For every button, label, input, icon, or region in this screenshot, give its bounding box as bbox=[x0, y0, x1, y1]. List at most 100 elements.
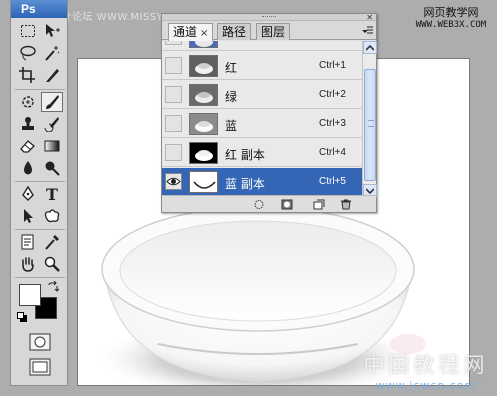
channel-thumbnail bbox=[189, 142, 218, 164]
gradient-icon[interactable] bbox=[41, 136, 63, 156]
channel-list: 红 Ctrl+1 绿 Ctrl+2 蓝 Ctrl+3 红 副本 Ctrl+4 蓝… bbox=[162, 41, 362, 197]
history-brush-icon[interactable] bbox=[41, 114, 63, 134]
panel-titlebar[interactable]: ✕ bbox=[162, 13, 376, 22]
healing-brush-icon[interactable] bbox=[17, 92, 39, 112]
tab-channels-label: 通道 bbox=[173, 25, 198, 39]
tool-row bbox=[15, 254, 65, 276]
tab-channels[interactable]: 通道 × bbox=[168, 23, 214, 41]
channel-name: 蓝 副本 bbox=[225, 177, 265, 191]
scroll-grip bbox=[368, 120, 374, 127]
marquee-icon[interactable] bbox=[17, 21, 39, 41]
watermark-top-right-url: WWW.WEB3X.COM bbox=[415, 20, 487, 30]
tool-row bbox=[15, 136, 65, 158]
move-icon[interactable] bbox=[41, 21, 63, 41]
photoshop-logo[interactable]: Ps bbox=[11, 0, 67, 18]
toolbox-divider bbox=[15, 229, 65, 230]
hand-icon[interactable] bbox=[17, 254, 39, 274]
magic-wand-icon[interactable] bbox=[41, 43, 63, 63]
crop-icon[interactable] bbox=[17, 65, 39, 85]
quick-mask-icon[interactable] bbox=[29, 333, 51, 351]
channels-panel: ✕ 通道 × 路径 图层 红 Ctrl+1 绿 Ctrl+2 蓝 Ctrl+3 … bbox=[161, 13, 377, 213]
tool-row bbox=[15, 65, 65, 87]
eraser-icon[interactable] bbox=[17, 136, 39, 156]
toolbox: Ps T bbox=[10, 0, 68, 386]
tool-row bbox=[15, 114, 65, 136]
lasso-icon[interactable] bbox=[17, 43, 39, 63]
visibility-toggle[interactable] bbox=[165, 144, 182, 161]
tool-row: T bbox=[15, 184, 65, 206]
toolbox-divider bbox=[15, 89, 65, 90]
foreground-color-swatch[interactable] bbox=[19, 284, 41, 306]
default-colors-icon[interactable] bbox=[17, 312, 29, 324]
channel-shortcut: Ctrl+5 bbox=[319, 176, 346, 187]
panel-tabs: 通道 × 路径 图层 bbox=[162, 21, 376, 41]
brush-icon[interactable] bbox=[41, 92, 63, 112]
new-channel-icon[interactable] bbox=[313, 199, 325, 210]
slice-icon[interactable] bbox=[41, 65, 63, 85]
channel-row-green[interactable]: 绿 Ctrl+2 bbox=[162, 81, 362, 109]
visibility-toggle[interactable] bbox=[165, 41, 182, 45]
save-selection-icon[interactable] bbox=[281, 199, 293, 210]
tab-paths[interactable]: 路径 bbox=[217, 23, 252, 40]
tool-row bbox=[15, 232, 65, 254]
channel-row-red-copy[interactable]: 红 副本 Ctrl+4 bbox=[162, 139, 362, 167]
scroll-thumb[interactable] bbox=[364, 69, 376, 181]
visibility-toggle[interactable] bbox=[165, 86, 182, 103]
toolbox-divider bbox=[15, 181, 65, 182]
channel-row-rgb[interactable] bbox=[162, 41, 362, 51]
swap-colors-icon[interactable] bbox=[47, 281, 59, 293]
notes-icon[interactable] bbox=[17, 232, 39, 252]
channel-row-blue-copy[interactable]: 蓝 副本 Ctrl+5 bbox=[162, 168, 362, 196]
dodge-icon[interactable] bbox=[41, 158, 63, 178]
channel-row-blue[interactable]: 蓝 Ctrl+3 bbox=[162, 110, 362, 138]
eyedropper-icon[interactable] bbox=[41, 232, 63, 252]
channel-name: 红 副本 bbox=[225, 148, 265, 162]
tab-layers[interactable]: 图层 bbox=[256, 23, 291, 40]
channel-thumbnail bbox=[189, 171, 218, 193]
custom-shape-icon[interactable] bbox=[41, 206, 63, 226]
tab-close-icon[interactable]: × bbox=[200, 28, 208, 39]
panel-scrollbar[interactable] bbox=[362, 41, 377, 197]
panel-menu-icon[interactable] bbox=[361, 24, 373, 36]
blur-icon[interactable] bbox=[17, 158, 39, 178]
channel-row-red[interactable]: 红 Ctrl+1 bbox=[162, 52, 362, 80]
tab-layers-label: 图层 bbox=[261, 25, 286, 39]
channel-thumbnail bbox=[189, 113, 218, 135]
channel-name: 红 bbox=[225, 61, 238, 75]
watermark-top-right: 网页教学网 WWW.WEB3X.COM bbox=[407, 6, 495, 32]
channel-thumbnail bbox=[189, 84, 218, 106]
tool-row bbox=[15, 21, 65, 43]
scroll-up-button[interactable] bbox=[363, 41, 377, 54]
toolbox-divider bbox=[15, 277, 65, 278]
type-icon[interactable]: T bbox=[41, 184, 63, 204]
tool-row bbox=[15, 206, 65, 228]
screen-mode-icon[interactable] bbox=[29, 358, 51, 376]
delete-channel-icon[interactable] bbox=[340, 199, 352, 210]
tool-row bbox=[15, 43, 65, 65]
svg-text:T: T bbox=[46, 186, 58, 202]
visibility-toggle[interactable] bbox=[165, 115, 182, 132]
tab-paths-label: 路径 bbox=[222, 25, 247, 39]
channel-thumbnail bbox=[189, 41, 218, 48]
chevron-up-icon bbox=[366, 44, 374, 51]
path-selection-icon[interactable] bbox=[17, 206, 39, 226]
watermark-bottom-url: www.jcwcn.com bbox=[375, 379, 477, 392]
watermark-bottom-title: 中国教程网 bbox=[363, 353, 489, 377]
channel-name: 蓝 bbox=[225, 119, 238, 133]
channel-shortcut: Ctrl+1 bbox=[319, 60, 346, 71]
visibility-toggle[interactable] bbox=[165, 173, 182, 190]
watermark-bottom-right: 中国教程网 www.jcwcn.com bbox=[361, 349, 491, 392]
channel-shortcut: Ctrl+2 bbox=[319, 89, 346, 100]
clone-stamp-icon[interactable] bbox=[17, 114, 39, 134]
pen-icon[interactable] bbox=[17, 184, 39, 204]
panel-footer bbox=[162, 195, 376, 212]
panel-grip bbox=[262, 16, 276, 18]
channel-shortcut: Ctrl+3 bbox=[319, 118, 346, 129]
channel-name: 绿 bbox=[225, 90, 238, 104]
visibility-toggle[interactable] bbox=[165, 57, 182, 74]
zoom-icon[interactable] bbox=[41, 254, 63, 274]
load-selection-icon[interactable] bbox=[253, 199, 265, 210]
eye-icon bbox=[166, 177, 181, 186]
tool-row bbox=[15, 92, 65, 114]
channel-thumbnail bbox=[189, 55, 218, 77]
